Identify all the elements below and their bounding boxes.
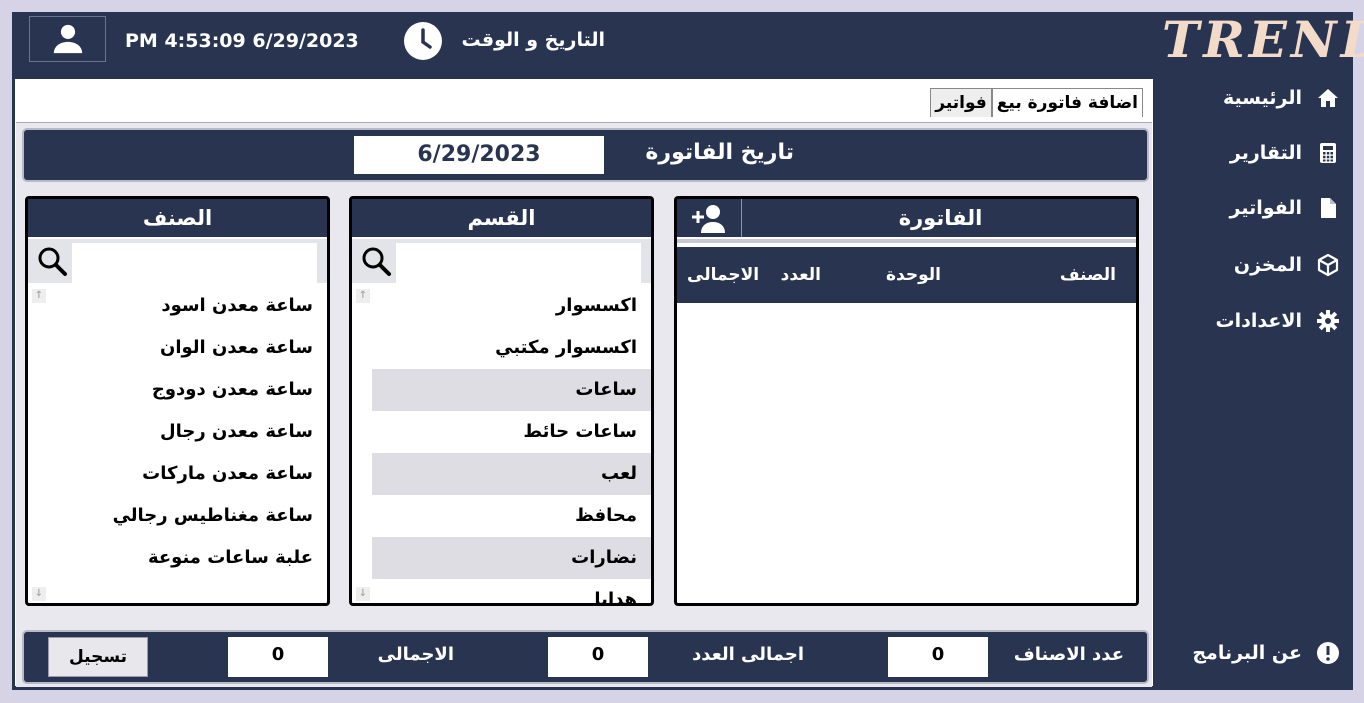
- list-item[interactable]: ساعة معدن الوان: [48, 327, 327, 369]
- list-item[interactable]: هدايا: [372, 579, 651, 603]
- scroll-up-arrow[interactable]: ↑: [32, 289, 46, 303]
- current-datetime: PM 4:53:09 6/29/2023: [125, 30, 359, 52]
- list-item[interactable]: نضارات: [372, 537, 651, 579]
- scroll-down-arrow[interactable]: ↓: [356, 587, 370, 601]
- invoice-table-header: الصنف الوحدة العدد الاجمالى: [677, 247, 1136, 303]
- app-logo: TREND: [1162, 10, 1364, 69]
- tab-add-sale-invoice[interactable]: اضافة فاتورة بيع: [991, 88, 1143, 117]
- sidebar-item-label: الرئيسية: [1223, 87, 1302, 109]
- list-item[interactable]: ساعة معدن دودوج: [48, 369, 327, 411]
- list-item[interactable]: لعب: [372, 453, 651, 495]
- file-icon: [1321, 198, 1336, 218]
- tab-panel: تاريخ الفاتورة 6/29/2023 الصنف ساعة معدن…: [16, 122, 1152, 687]
- user-account-button[interactable]: [29, 16, 106, 62]
- category-search-input[interactable]: [396, 243, 641, 283]
- category-search-row: [352, 239, 651, 283]
- invoice-separator: [677, 239, 1136, 243]
- item-panel: الصنف ساعة معدن اسود ساعة معدن الوان ساع…: [25, 196, 330, 606]
- total-qty-field: 0: [548, 637, 648, 677]
- items-count-field: 0: [888, 637, 988, 677]
- column-header-total: الاجمالى: [687, 265, 760, 285]
- tab-invoices[interactable]: فواتير: [930, 88, 992, 117]
- main-content: اضافة فاتورة بيع فواتير تاريخ الفاتورة 6…: [15, 79, 1153, 687]
- list-item[interactable]: محافظ: [372, 495, 651, 537]
- invoice-date-bar: تاريخ الفاتورة 6/29/2023: [22, 128, 1149, 182]
- sidebar-item-warehouse[interactable]: المخزن: [1170, 246, 1340, 284]
- sidebar-item-invoices[interactable]: الفواتير: [1170, 189, 1340, 227]
- item-search-input[interactable]: [72, 243, 317, 283]
- invoice-date-field[interactable]: 6/29/2023: [354, 136, 604, 174]
- list-item[interactable]: اكسسوار: [372, 285, 651, 327]
- add-customer-button[interactable]: [677, 199, 742, 237]
- invoice-panel: الفاتورة الصنف الوحدة العدد الاجمالى: [674, 196, 1139, 606]
- box-icon: [1317, 253, 1339, 277]
- sidebar-item-label: عن البرنامج: [1192, 642, 1302, 664]
- column-header-item: الصنف: [1059, 265, 1116, 285]
- home-icon: [1318, 89, 1338, 107]
- user-icon: [53, 24, 82, 54]
- totals-bar: عدد الاصناف 0 اجمالى العدد 0 الاجمالى 0 …: [22, 630, 1149, 684]
- save-button[interactable]: تسجيل: [48, 637, 148, 677]
- list-item[interactable]: علبة ساعات منوعة: [48, 537, 327, 579]
- category-panel: القسم اكسسوار اكسسوار مكتبي ساعات ساعات …: [349, 196, 654, 606]
- datetime-label: التاريخ و الوقت: [461, 29, 605, 51]
- calculator-icon: [1320, 143, 1336, 163]
- info-icon: [1317, 642, 1339, 664]
- item-list: ساعة معدن اسود ساعة معدن الوان ساعة معدن…: [28, 285, 327, 603]
- invoice-header: الفاتورة: [677, 199, 1136, 237]
- tab-bar: اضافة فاتورة بيع فواتير: [930, 88, 1143, 117]
- search-icon[interactable]: [360, 245, 392, 277]
- sidebar-item-label: التقارير: [1229, 142, 1302, 164]
- sidebar-item-home[interactable]: الرئيسية: [1170, 79, 1340, 117]
- list-item[interactable]: ساعة مغناطيس رجالي: [48, 495, 327, 537]
- items-count-label: عدد الاصناف: [1013, 644, 1124, 665]
- sidebar-item-label: المخزن: [1233, 254, 1302, 276]
- list-item[interactable]: ساعات: [372, 369, 651, 411]
- sidebar-item-reports[interactable]: التقارير: [1170, 134, 1340, 172]
- scroll-down-arrow[interactable]: ↓: [32, 587, 46, 601]
- scroll-up-arrow[interactable]: ↑: [356, 289, 370, 303]
- column-header-qty: العدد: [780, 265, 821, 285]
- sidebar-item-settings[interactable]: الاعدادات: [1170, 302, 1340, 340]
- list-item[interactable]: ساعات حائط: [372, 411, 651, 453]
- item-panel-title: الصنف: [28, 199, 327, 239]
- item-search-row: [28, 239, 327, 283]
- category-list: اكسسوار اكسسوار مكتبي ساعات ساعات حائط ل…: [352, 285, 651, 603]
- sidebar-item-about[interactable]: عن البرنامج: [1170, 634, 1340, 672]
- list-item[interactable]: ساعة معدن ماركات: [48, 453, 327, 495]
- gear-icon: [1317, 310, 1339, 332]
- invoice-panel-title: الفاتورة: [898, 206, 983, 230]
- total-qty-label: اجمالى العدد: [692, 644, 804, 665]
- list-item[interactable]: ساعة معدن اسود: [48, 285, 327, 327]
- list-item[interactable]: ساعة معدن رجال: [48, 411, 327, 453]
- column-header-unit: الوحدة: [886, 265, 941, 285]
- grand-total-label: الاجمالى: [377, 644, 454, 665]
- list-item[interactable]: اكسسوار مكتبي: [372, 327, 651, 369]
- clock-icon: [404, 22, 442, 60]
- grand-total-field: 0: [228, 637, 328, 677]
- search-icon[interactable]: [36, 245, 68, 277]
- invoice-date-label: تاريخ الفاتورة: [645, 140, 794, 165]
- category-panel-title: القسم: [352, 199, 651, 239]
- add-user-icon: [692, 205, 725, 233]
- sidebar-item-label: الاعدادات: [1215, 310, 1302, 332]
- sidebar-item-label: الفواتير: [1229, 197, 1302, 219]
